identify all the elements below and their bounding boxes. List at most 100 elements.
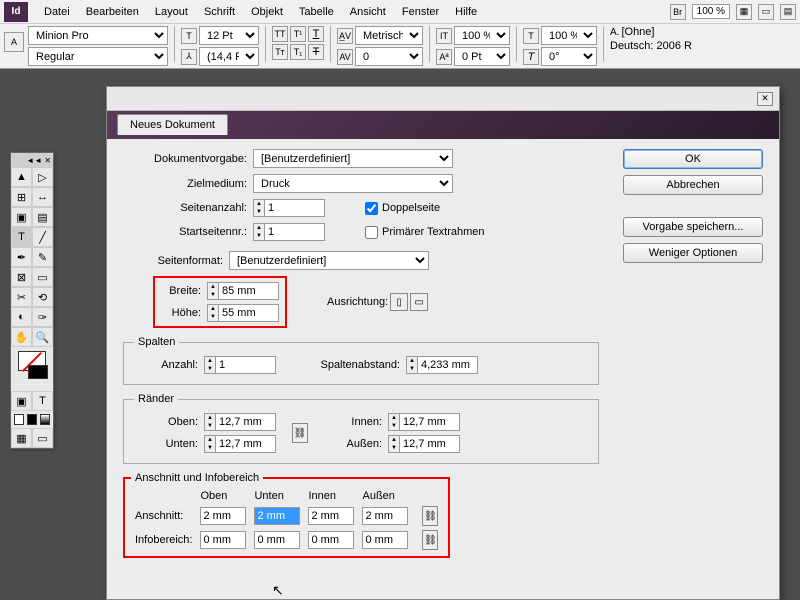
- seitenanzahl-spinner[interactable]: ▲▼: [253, 199, 325, 217]
- rectangle-tool[interactable]: ▭: [32, 267, 53, 287]
- direct-selection-tool[interactable]: ▷: [32, 167, 53, 187]
- scissors-tool[interactable]: ✂: [11, 287, 32, 307]
- bridge-icon[interactable]: Br: [670, 4, 686, 20]
- gap-tool[interactable]: ↔: [32, 187, 53, 207]
- weniger-optionen-button[interactable]: Weniger Optionen: [623, 243, 763, 263]
- seitenformat-select[interactable]: [Benutzerdefiniert]: [229, 251, 429, 270]
- gradient-swatch-tool[interactable]: ◐: [11, 307, 32, 327]
- lang-value[interactable]: Deutsch: 2006 R: [610, 40, 692, 52]
- hoehe-input[interactable]: [219, 304, 279, 322]
- orientation-portrait-button[interactable]: ▯: [390, 293, 408, 311]
- formatting-text-tool[interactable]: T: [32, 391, 53, 411]
- vorgabe-speichern-button[interactable]: Vorgabe speichern...: [623, 217, 763, 237]
- font-family-select[interactable]: Minion Pro: [28, 26, 168, 45]
- menu-tabelle[interactable]: Tabelle: [291, 6, 342, 18]
- dokumentvorgabe-select[interactable]: [Benutzerdefiniert]: [253, 149, 453, 168]
- menu-bearbeiten[interactable]: Bearbeiten: [78, 6, 147, 18]
- menu-layout[interactable]: Layout: [147, 6, 196, 18]
- apply-gradient-icon[interactable]: [40, 414, 50, 425]
- super-icon[interactable]: T¹: [290, 26, 306, 42]
- startseitennr-input[interactable]: [265, 223, 325, 241]
- font-size-select[interactable]: 12 Pt: [199, 26, 259, 45]
- spalten-anzahl-spinner[interactable]: ▲▼: [204, 356, 276, 374]
- rand-aussen-spinner[interactable]: ▲▼: [388, 435, 460, 453]
- anschnitt-innen-input[interactable]: [308, 507, 354, 525]
- char-style-value[interactable]: [Ohne]: [621, 26, 654, 38]
- dialog-titlebar[interactable]: ✕: [107, 87, 779, 111]
- seitenanzahl-input[interactable]: [265, 199, 325, 217]
- free-transform-tool[interactable]: ⟲: [32, 287, 53, 307]
- pen-tool[interactable]: ✒: [11, 247, 32, 267]
- content-collector-tool[interactable]: ▣: [11, 207, 32, 227]
- hoehe-spinner[interactable]: ▲▼: [207, 304, 279, 322]
- menu-datei[interactable]: Datei: [36, 6, 78, 18]
- page-tool[interactable]: ⊞: [11, 187, 32, 207]
- font-style-select[interactable]: Regular: [28, 47, 168, 66]
- view-mode-normal[interactable]: ▦: [11, 428, 32, 448]
- underline-icon[interactable]: T: [308, 26, 324, 42]
- rand-innen-spinner[interactable]: ▲▼: [388, 413, 460, 431]
- hscale-select[interactable]: 100 %: [541, 26, 597, 45]
- hand-tool[interactable]: ✋: [11, 327, 32, 347]
- view-icon[interactable]: ▦: [736, 4, 752, 20]
- spaltenabstand-input[interactable]: [418, 356, 478, 374]
- strike-icon[interactable]: T: [308, 44, 324, 60]
- spalten-anzahl-input[interactable]: [216, 356, 276, 374]
- startseitennr-spinner[interactable]: ▲▼: [253, 223, 325, 241]
- infobereich-chain-button[interactable]: ⛓: [422, 530, 438, 550]
- skew-select[interactable]: 0°: [541, 47, 597, 66]
- pencil-tool[interactable]: ✎: [32, 247, 53, 267]
- anschnitt-oben-input[interactable]: [200, 507, 246, 525]
- menu-ansicht[interactable]: Ansicht: [342, 6, 394, 18]
- vscale-select[interactable]: 100 %: [454, 26, 510, 45]
- rand-aussen-input[interactable]: [400, 435, 460, 453]
- breite-spinner[interactable]: ▲▼: [207, 282, 279, 300]
- screen-icon[interactable]: ▭: [758, 4, 774, 20]
- menu-schrift[interactable]: Schrift: [196, 6, 243, 18]
- stroke-swatch[interactable]: [28, 365, 48, 379]
- raender-chain-button[interactable]: ⛓: [292, 423, 308, 443]
- infobereich-aussen-input[interactable]: [362, 531, 408, 549]
- kerning-select[interactable]: Metrisch: [355, 26, 423, 45]
- dialog-close-button[interactable]: ✕: [757, 92, 773, 106]
- primaerer-textrahmen-checkbox[interactable]: [365, 226, 378, 239]
- line-tool[interactable]: ╱: [32, 227, 53, 247]
- view-mode-preview[interactable]: ▭: [32, 428, 53, 448]
- rand-unten-spinner[interactable]: ▲▼: [204, 435, 276, 453]
- eyedropper-tool[interactable]: ✑: [32, 307, 53, 327]
- tracking-select[interactable]: 0: [355, 47, 423, 66]
- menu-objekt[interactable]: Objekt: [243, 6, 291, 18]
- rand-unten-input[interactable]: [216, 435, 276, 453]
- baseline-select[interactable]: 0 Pt: [454, 47, 510, 66]
- infobereich-innen-input[interactable]: [308, 531, 354, 549]
- menu-hilfe[interactable]: Hilfe: [447, 6, 485, 18]
- smallcaps-icon[interactable]: Tᴛ: [272, 44, 288, 60]
- infobereich-unten-input[interactable]: [254, 531, 300, 549]
- breite-input[interactable]: [219, 282, 279, 300]
- anschnitt-aussen-input[interactable]: [362, 507, 408, 525]
- char-formats-icon[interactable]: A: [4, 32, 24, 52]
- spaltenabstand-spinner[interactable]: ▲▼: [406, 356, 478, 374]
- formatting-container-tool[interactable]: ▣: [11, 391, 32, 411]
- rectangle-frame-tool[interactable]: ⊠: [11, 267, 32, 287]
- zoom-tool[interactable]: 🔍: [32, 327, 53, 347]
- doppelseite-checkbox[interactable]: [365, 202, 378, 215]
- leading-select[interactable]: (14,4 Pt): [199, 47, 259, 66]
- ok-button[interactable]: OK: [623, 149, 763, 169]
- infobereich-oben-input[interactable]: [200, 531, 246, 549]
- menu-fenster[interactable]: Fenster: [394, 6, 447, 18]
- anschnitt-unten-input[interactable]: [254, 507, 300, 525]
- content-placer-tool[interactable]: ▤: [32, 207, 53, 227]
- zoom-field[interactable]: 100 %: [692, 4, 730, 19]
- rand-oben-spinner[interactable]: ▲▼: [204, 413, 276, 431]
- rand-innen-input[interactable]: [400, 413, 460, 431]
- apply-none-icon[interactable]: [14, 414, 24, 425]
- rand-oben-input[interactable]: [216, 413, 276, 431]
- selection-tool[interactable]: ▲: [11, 167, 32, 187]
- arrange-icon[interactable]: ▤: [780, 4, 796, 20]
- orientation-landscape-button[interactable]: ▭: [410, 293, 428, 311]
- type-tool[interactable]: T: [11, 227, 32, 247]
- anschnitt-chain-button[interactable]: ⛓: [422, 506, 438, 526]
- caps-icon[interactable]: TT: [272, 26, 288, 42]
- abbrechen-button[interactable]: Abbrechen: [623, 175, 763, 195]
